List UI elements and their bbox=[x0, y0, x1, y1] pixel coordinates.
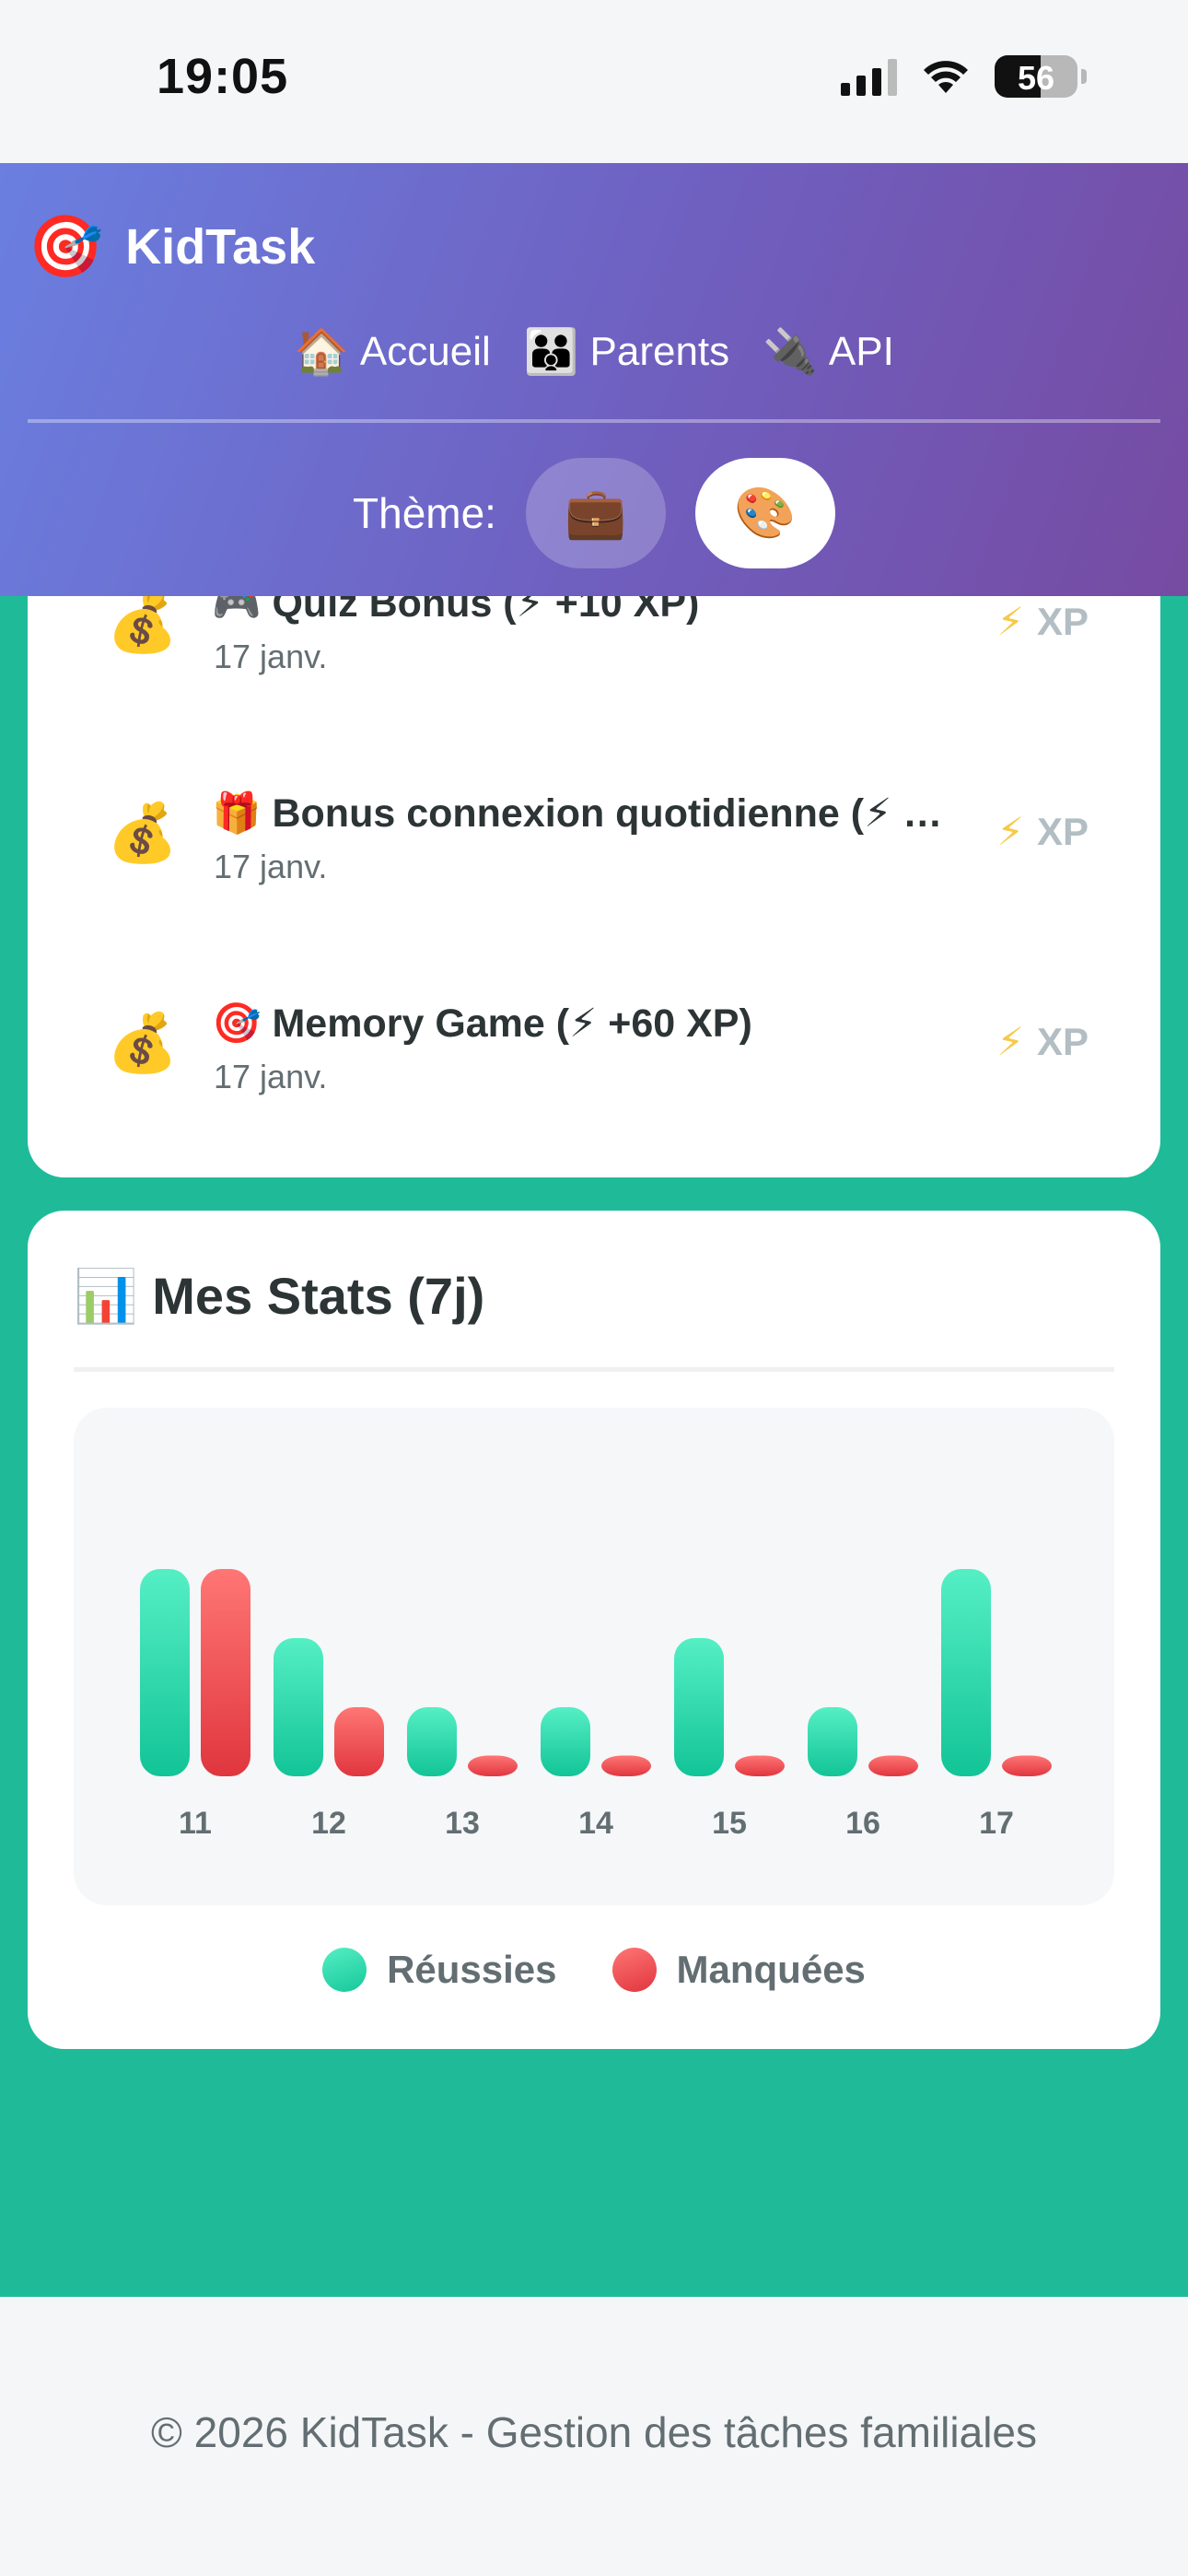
success-bar bbox=[941, 1569, 991, 1776]
status-time: 19:05 bbox=[157, 49, 289, 104]
money-bag-icon: 💰 bbox=[107, 802, 179, 865]
stats-chart: 11 12 13 14 15 16 17 bbox=[74, 1408, 1114, 1905]
x-tick-label: 14 bbox=[578, 1806, 613, 1841]
cellular-signal-icon bbox=[841, 57, 897, 96]
missed-bar bbox=[735, 1755, 785, 1776]
legend-item-missed: Manquées bbox=[611, 1948, 866, 1992]
house-icon: 🏠 bbox=[294, 328, 349, 377]
missed-dot-icon bbox=[611, 1948, 657, 1992]
money-bag-icon: 💰 bbox=[107, 591, 179, 655]
nav-link-api[interactable]: 🔌 API bbox=[763, 325, 894, 378]
transaction-xp: ⚡ XP bbox=[996, 1020, 1089, 1063]
brand[interactable]: 🎯 KidTask bbox=[28, 211, 315, 283]
status-icons: 56 bbox=[841, 55, 1087, 98]
transaction-date: 17 janv. bbox=[214, 638, 328, 675]
x-tick-label: 16 bbox=[845, 1806, 880, 1841]
transaction-row[interactable]: 💰 🎯 Memory Game (⚡ +60 XP) 17 janv. ⚡ XP bbox=[28, 991, 1160, 1120]
transaction-row[interactable]: 💰 🎁 Bonus connexion quotidienne (⚡ +5 XP… bbox=[28, 781, 1160, 910]
success-dot-icon bbox=[322, 1948, 367, 1992]
battery-level: 56 bbox=[1017, 59, 1055, 97]
lightning-icon: ⚡ bbox=[996, 600, 1024, 643]
legend-item-success: Réussies bbox=[322, 1948, 557, 1992]
success-bar bbox=[541, 1707, 590, 1776]
transaction-date: 17 janv. bbox=[214, 848, 328, 885]
nav-link-parents[interactable]: 👪 Parents bbox=[524, 325, 729, 378]
app-name: KidTask bbox=[125, 219, 316, 275]
lightning-icon: ⚡ bbox=[996, 1020, 1024, 1063]
lightning-icon: ⚡ bbox=[996, 810, 1024, 853]
app-header: 🎯 KidTask 🏠 Accueil 👪 Parents 🔌 API Thèm… bbox=[0, 163, 1188, 596]
stats-title: 📊 Mes Stats (7j) bbox=[74, 1267, 485, 1325]
theme-switcher: Thème: 💼 🎨 bbox=[0, 458, 1188, 568]
divider bbox=[28, 419, 1160, 423]
missed-bar bbox=[334, 1707, 384, 1776]
theme-label: Thème: bbox=[353, 489, 496, 537]
target-logo-icon: 🎯 bbox=[28, 212, 104, 280]
main-nav: 🏠 Accueil 👪 Parents 🔌 API bbox=[0, 325, 1188, 378]
x-tick-label: 12 bbox=[311, 1806, 346, 1841]
family-icon: 👪 bbox=[523, 328, 579, 377]
money-bag-icon: 💰 bbox=[107, 1012, 179, 1075]
success-bar bbox=[140, 1569, 190, 1776]
palette-icon: 🎨 bbox=[734, 485, 797, 541]
bar-chart: 11 12 13 14 15 16 17 bbox=[140, 1569, 1052, 1841]
plug-icon: 🔌 bbox=[763, 328, 818, 377]
theme-pro-button[interactable]: 💼 bbox=[525, 458, 666, 568]
x-tick-label: 15 bbox=[712, 1806, 747, 1841]
success-bar bbox=[808, 1707, 857, 1776]
transaction-xp: ⚡ XP bbox=[996, 600, 1089, 643]
x-tick-label: 13 bbox=[445, 1806, 480, 1841]
transaction-xp: ⚡ XP bbox=[996, 810, 1089, 853]
footer-text: © 2026 KidTask - Gestion des tâches fami… bbox=[150, 2408, 1038, 2456]
transaction-title: 🎁 Bonus connexion quotidienne (⚡ +5 XP) bbox=[212, 791, 958, 836]
missed-bar bbox=[1002, 1755, 1052, 1776]
transaction-title: 🎯 Memory Game (⚡ +60 XP) bbox=[212, 1001, 752, 1046]
wifi-icon bbox=[924, 61, 968, 93]
status-bar: 19:05 56 bbox=[0, 0, 1188, 163]
transaction-date: 17 janv. bbox=[214, 1058, 328, 1095]
nav-link-accueil[interactable]: 🏠 Accueil bbox=[294, 325, 491, 378]
battery-icon: 56 bbox=[995, 55, 1077, 98]
divider bbox=[74, 1367, 1114, 1372]
footer: © 2026 KidTask - Gestion des tâches fami… bbox=[0, 2297, 1188, 2576]
success-bar bbox=[274, 1638, 323, 1776]
missed-bar bbox=[201, 1569, 250, 1776]
missed-bar bbox=[601, 1755, 651, 1776]
missed-bar bbox=[468, 1755, 518, 1776]
success-bar bbox=[674, 1638, 724, 1776]
stats-card: 📊 Mes Stats (7j) 11 12 13 14 15 16 17 Réussies… bbox=[28, 1211, 1160, 2049]
briefcase-icon: 💼 bbox=[565, 485, 627, 541]
x-tick-label: 11 bbox=[179, 1806, 212, 1841]
x-tick-label: 17 bbox=[979, 1806, 1014, 1841]
success-bar bbox=[407, 1707, 457, 1776]
transactions-card: 💰 🎮 Quiz Bonus (⚡ +10 XP) 17 janv. ⚡ XP 💰… bbox=[28, 516, 1160, 1177]
chart-legend: Réussies Manquées bbox=[28, 1948, 1160, 1992]
theme-kid-button[interactable]: 🎨 bbox=[694, 458, 835, 568]
missed-bar bbox=[868, 1755, 918, 1776]
